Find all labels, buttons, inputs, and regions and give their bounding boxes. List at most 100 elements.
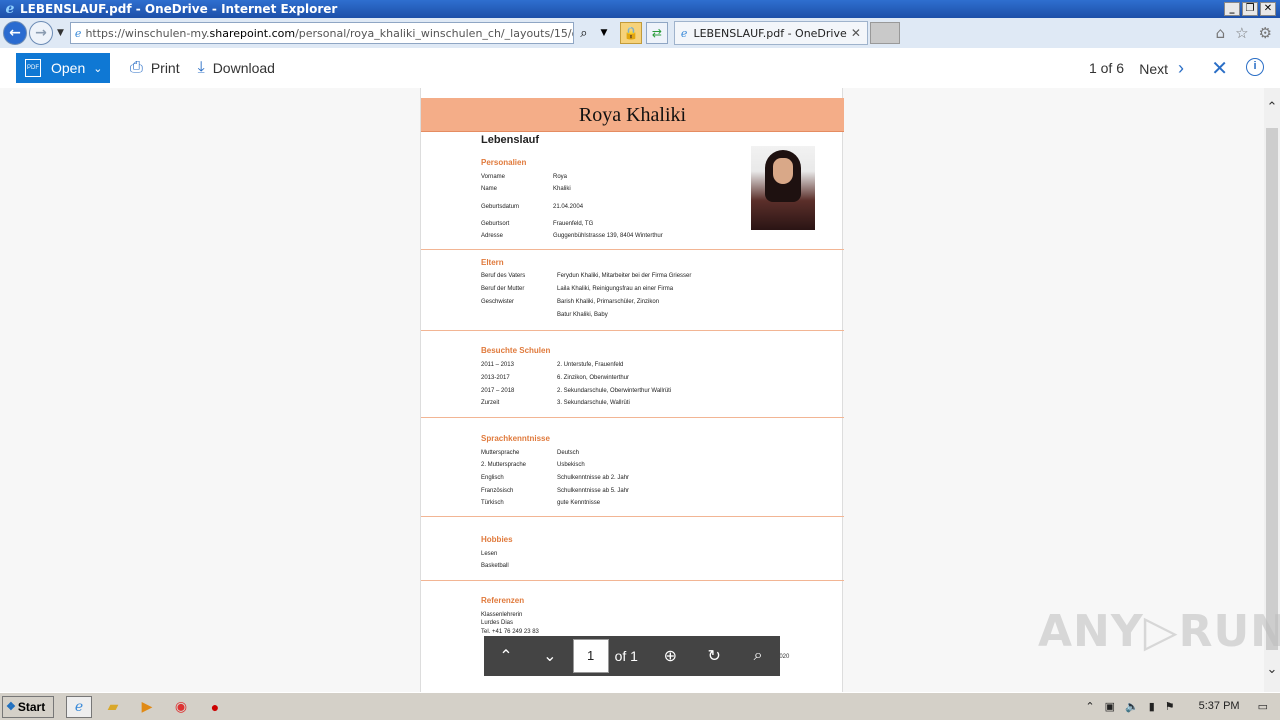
pdf-floating-toolbar: ⌃ ⌄ 1 of 1 ⊕ ↻ ⌕ [484, 636, 780, 676]
taskbar-media-player-icon[interactable]: ▶ [134, 696, 160, 718]
print-label: Print [150, 60, 180, 76]
taskbar-ie-icon[interactable]: e [66, 695, 92, 718]
volume-icon[interactable]: 🔈 [1125, 700, 1139, 713]
personal-row: Vorname Roya [481, 174, 568, 180]
window-title: LEBENSLAUF.pdf - OneDrive - Internet Exp… [20, 2, 338, 16]
section-heading-parents: Eltern [481, 258, 504, 267]
info-icon[interactable]: i [1246, 58, 1264, 76]
personal-row: Geburtsort Frauenfeld, TG [481, 221, 594, 227]
open-label: Open [51, 60, 86, 76]
section-divider [421, 249, 844, 250]
reference-line: Tel. +41 76 249 23 83 [481, 629, 539, 635]
download-button[interactable]: ⤓ Download [198, 59, 275, 77]
taskbar-chrome-icon[interactable]: ◉ [168, 696, 194, 718]
print-button[interactable]: ⎙ Print [130, 59, 180, 77]
taskbar-opera-icon[interactable]: ● [202, 696, 228, 718]
tab-ie-icon: e [680, 26, 688, 40]
start-button[interactable]: ❖ Start [2, 695, 54, 718]
windows-taskbar: ❖ Start e ▰ ▶ ◉ ● ⌃ ▣ 🔈 ▮ ⚑ 5:37 PM ▭ [0, 692, 1280, 720]
profile-photo [751, 146, 815, 230]
new-tab-button[interactable] [869, 22, 900, 44]
close-viewer-icon[interactable]: ✕ [1211, 56, 1228, 81]
languages-row: Türkisch gute Kenntnisse [481, 500, 601, 506]
power-icon[interactable]: ▮ [1149, 700, 1155, 713]
languages-row: Französisch Schulkenntnisse ab 5. Jahr [481, 488, 630, 494]
section-divider [421, 417, 844, 418]
rotate-icon[interactable]: ↻ [692, 636, 736, 676]
hobby-item: Lesen [481, 551, 498, 557]
internet-explorer-icon: e [5, 1, 15, 17]
system-tray: ⌃ ▣ 🔈 ▮ ⚑ 5:37 PM ▭ [1085, 695, 1280, 717]
open-button[interactable]: PDF Open ⌄ [16, 53, 110, 83]
next-label: Next [1139, 60, 1168, 77]
network-icon[interactable]: ▣ [1105, 700, 1115, 713]
section-heading-references: Referenzen [481, 596, 525, 605]
search-icon[interactable]: ⌕ [574, 22, 594, 44]
windows-flag-icon: ❖ [6, 701, 16, 713]
languages-row: Muttersprache Deutsch [481, 450, 580, 456]
refresh-icon[interactable]: ⇄ [645, 22, 668, 44]
show-desktop-icon[interactable]: ▭ [1258, 700, 1268, 713]
scroll-down-icon[interactable]: ⌄ [1264, 662, 1280, 680]
next-page-icon[interactable]: ⌄ [528, 636, 572, 676]
url-host: sharepoint.com [209, 26, 296, 40]
minimize-button[interactable]: _ [1224, 2, 1240, 16]
history-dropdown-icon[interactable]: ▼ [57, 28, 64, 38]
section-heading-hobbies: Hobbies [481, 535, 513, 544]
start-label: Start [17, 699, 46, 714]
next-button[interactable]: Next › [1139, 58, 1184, 79]
download-label: Download [212, 60, 275, 76]
languages-row: Englisch Schulkenntnisse ab 2. Jahr [481, 475, 630, 481]
pdf-viewer: Roya Khaliki Lebenslauf Personalien Vorn… [0, 88, 1264, 692]
tab-close-icon[interactable]: ✕ [851, 26, 861, 40]
home-icon[interactable]: ⌂ [1216, 24, 1226, 42]
page-number-input[interactable]: 1 [572, 639, 609, 673]
forward-button[interactable]: → [29, 21, 53, 45]
back-button[interactable]: ← [3, 21, 27, 45]
parents-row: Geschwister Barish Khaliki, Primarschüler… [481, 299, 660, 305]
personal-row: Geburtsdatum 21.04.2004 [481, 204, 584, 210]
hobby-item: Basketball [481, 563, 509, 569]
chevron-down-icon: ⌄ [93, 62, 103, 75]
favorites-star-icon[interactable]: ☆ [1235, 24, 1248, 42]
personal-row: Adresse Guggenbühlstrasse 139, 8404 Winte… [481, 233, 663, 239]
taskbar-explorer-icon[interactable]: ▰ [100, 696, 126, 718]
search-pdf-icon[interactable]: ⌕ [736, 636, 780, 676]
printer-icon: ⎙ [130, 59, 143, 76]
chevron-right-icon: › [1178, 58, 1184, 78]
pdf-icon: PDF [25, 59, 41, 77]
restore-button[interactable]: ❐ [1242, 2, 1258, 16]
cv-doc-title: Lebenslauf [481, 134, 540, 146]
address-dropdown-icon[interactable]: ▼ [594, 22, 614, 44]
settings-gear-icon[interactable]: ⚙ [1259, 24, 1272, 42]
forward-arrow-icon: → [35, 25, 47, 41]
section-divider [421, 580, 844, 581]
close-window-button[interactable]: ✕ [1260, 2, 1276, 16]
schools-row: 2011 – 2013 2. Unterstufe, Frauenfeld [481, 362, 624, 368]
page-total: of 1 [614, 648, 638, 664]
url-path: /personal/roya_khaliki_winschulen_ch/_la… [295, 26, 574, 40]
schools-row: 2017 – 2018 2. Sekundarschule, Oberwinter… [481, 388, 672, 394]
address-bar[interactable]: e https://winschulen-my. sharepoint.com/p… [69, 22, 574, 44]
window-titlebar: e LEBENSLAUF.pdf - OneDrive - Internet E… [0, 0, 1280, 18]
tab-title: LEBENSLAUF.pdf - OneDrive [693, 26, 847, 40]
reference-line: Lurdes Dias [481, 620, 514, 626]
scrollbar-thumb[interactable] [1266, 128, 1278, 650]
pdf-page: Roya Khaliki Lebenslauf Personalien Vorn… [420, 88, 844, 692]
personal-row: Name Khaliki [481, 186, 571, 192]
section-heading-personal: Personalien [481, 158, 527, 167]
schools-row: Zurzeit 3. Sekundarschule, Wallrüti [481, 400, 630, 406]
action-center-flag-icon[interactable]: ⚑ [1165, 700, 1175, 713]
page-ie-icon: e [74, 26, 82, 40]
browser-tab[interactable]: e LEBENSLAUF.pdf - OneDrive ✕ [673, 21, 868, 45]
browser-address-row: ← → ▼ e https://winschulen-my. sharepoint… [0, 18, 1280, 48]
page-counter: 1 of 6 [1088, 60, 1124, 76]
zoom-in-icon[interactable]: ⊕ [648, 636, 692, 676]
parents-row: Beruf des Vaters Ferydun Khaliki, Mitarbe… [481, 273, 692, 279]
previous-page-icon[interactable]: ⌃ [484, 636, 528, 676]
scroll-up-icon[interactable]: ⌃ [1264, 100, 1280, 118]
schools-row: 2013-2017 6. Zinzikon, Oberwinterthur [481, 375, 630, 381]
section-divider [421, 330, 844, 331]
tray-expand-icon[interactable]: ⌃ [1085, 700, 1094, 713]
lock-icon[interactable]: 🔒 [619, 22, 642, 44]
